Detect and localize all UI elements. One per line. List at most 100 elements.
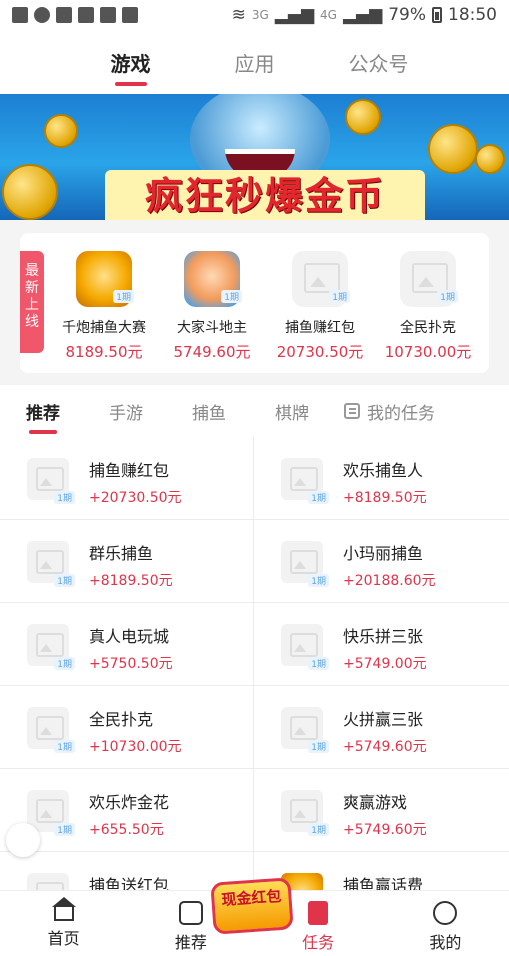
game-grid-item[interactable]: 1期 欢乐捕鱼人 +8189.50元: [254, 437, 509, 520]
image-placeholder-icon: 1期: [292, 251, 350, 307]
nav-me[interactable]: 我的: [382, 891, 509, 956]
tab-official-accounts[interactable]: 公众号: [317, 30, 441, 94]
category-tabs: 推荐 手游 捕鱼 棋牌 我的任务: [0, 385, 509, 437]
banner-title: 疯狂秒爆金币: [105, 170, 425, 220]
network-4g-label: 4G: [320, 8, 337, 22]
notification-icons: [12, 7, 138, 23]
image-placeholder-icon: 1期: [27, 707, 75, 753]
game-grid-item[interactable]: 1期 捕鱼赚红包 +20730.50元: [0, 437, 254, 520]
game-name: 火拼赢三张: [343, 710, 424, 729]
game-reward: +5749.60元: [343, 822, 427, 838]
image-placeholder-icon: 1期: [281, 624, 329, 670]
coin-icon: [345, 99, 381, 135]
game-name: 全民扑克: [89, 710, 154, 729]
image-placeholder-icon: 1期: [400, 251, 458, 307]
top-tabs: 游戏 应用 公众号: [0, 30, 509, 94]
game-grid-item[interactable]: 1期 全民扑克 +10730.00元: [0, 686, 254, 769]
image-placeholder-icon: 1期: [281, 790, 329, 836]
game-name: 快乐拼三张: [343, 627, 424, 646]
game-reward: +655.50元: [89, 822, 164, 838]
period-badge: 1期: [54, 657, 75, 670]
coin-icon: [475, 144, 505, 174]
tab-games[interactable]: 游戏: [69, 30, 193, 94]
game-reward: 10730.00元: [384, 343, 472, 361]
game-reward: +20188.60元: [343, 573, 436, 589]
nav-tasks-label: 任务: [302, 933, 335, 952]
new-game-item[interactable]: 1期 大家斗地主 5749.60元: [158, 233, 266, 373]
pulse-icon: [122, 7, 138, 23]
image-placeholder-icon: 1期: [27, 624, 75, 670]
tab-board-games[interactable]: 棋牌: [275, 399, 309, 424]
network-3g-label: 3G: [251, 8, 269, 22]
game-reward: 20730.50元: [276, 343, 364, 361]
period-badge: 1期: [113, 290, 134, 303]
game-icon: 1期: [184, 251, 242, 307]
game-reward: 8189.50元: [65, 343, 143, 361]
image-placeholder-icon: 1期: [27, 541, 75, 587]
battery-icon: [432, 7, 442, 23]
image-placeholder-icon: 1期: [281, 458, 329, 504]
game-name: 大家斗地主: [177, 320, 247, 336]
floating-assistive-button[interactable]: [6, 823, 40, 857]
new-game-item[interactable]: 1期 捕鱼赚红包 20730.50元: [266, 233, 374, 373]
period-badge: 1期: [54, 574, 75, 587]
signal-icon: ▂▄▆: [274, 5, 315, 25]
tab-apps[interactable]: 应用: [193, 30, 317, 94]
tab-fishing[interactable]: 捕鱼: [192, 399, 226, 424]
signal-icon-2: ▂▄▆: [342, 5, 383, 25]
game-grid-item[interactable]: 1期 真人电玩城 +5750.50元: [0, 603, 254, 686]
nav-home[interactable]: 首页: [0, 891, 127, 956]
game-name: 欢乐捕鱼人: [343, 461, 424, 480]
period-badge: 1期: [54, 823, 75, 836]
task-list-icon: [344, 403, 360, 419]
square-icon: [78, 7, 94, 23]
game-reward: 5749.60元: [173, 343, 251, 361]
new-game-item[interactable]: 1期 千炮捕鱼大赛 8189.50元: [50, 233, 158, 373]
new-releases-tag: 最新上线: [20, 251, 44, 353]
task-icon: [308, 901, 329, 925]
game-icon: 1期: [76, 251, 134, 307]
image-placeholder-icon: 1期: [281, 541, 329, 587]
user-icon: [433, 901, 458, 925]
game-grid-item[interactable]: 1期 爽赢游戏 +5749.60元: [254, 769, 509, 852]
game-reward: +5750.50元: [89, 656, 173, 672]
tab-mobile-games[interactable]: 手游: [109, 399, 143, 424]
period-badge: 1期: [437, 290, 458, 303]
chat-icon: [34, 7, 50, 23]
new-releases-panel: 最新上线 1期 千炮捕鱼大赛 8189.50元 1期 大家斗地主 5749.60…: [20, 233, 489, 373]
image-placeholder-icon: 1期: [281, 707, 329, 753]
game-grid-item[interactable]: 1期 快乐拼三张 +5749.00元: [254, 603, 509, 686]
game-grid-item[interactable]: 1期 群乐捕鱼 +8189.50元: [0, 520, 254, 603]
game-reward: +5749.00元: [343, 656, 427, 672]
period-badge: 1期: [329, 290, 350, 303]
game-grid-item[interactable]: 1期 小玛丽捕鱼 +20188.60元: [254, 520, 509, 603]
game-name: 群乐捕鱼: [89, 544, 154, 563]
coin-icon: [2, 164, 58, 220]
clock: 18:50: [448, 5, 497, 25]
game-name: 爽赢游戏: [343, 793, 408, 812]
period-badge: 1期: [308, 740, 329, 753]
new-game-item[interactable]: 1期 全民扑克 10730.00元: [374, 233, 482, 373]
image-placeholder-icon: 1期: [27, 458, 75, 504]
home-icon: [51, 897, 76, 921]
game-reward: +20730.50元: [89, 490, 182, 506]
game-reward: +10730.00元: [89, 739, 182, 755]
cash-red-packet-button[interactable]: 现金红包: [210, 877, 294, 935]
game-reward: +8189.50元: [89, 573, 173, 589]
period-badge: 1期: [308, 574, 329, 587]
game-name: 捕鱼赚红包: [285, 320, 355, 336]
game-grid: 1期 捕鱼赚红包 +20730.50元 1期 欢乐捕鱼人 +8189.50元 1期 群乐捕鱼 +…: [0, 437, 509, 935]
game-reward: +8189.50元: [343, 490, 427, 506]
status-bar: ≋ 3G ▂▄▆ 4G ▂▄▆ 79% 18:50: [0, 0, 509, 30]
game-grid-item[interactable]: 1期 火拼赢三张 +5749.60元: [254, 686, 509, 769]
nav-home-label: 首页: [47, 929, 80, 948]
promo-banner[interactable]: 疯狂秒爆金币: [0, 94, 509, 220]
coin-icon: [428, 124, 478, 174]
system-indicators: ≋ 3G ▂▄▆ 4G ▂▄▆ 79% 18:50: [232, 5, 497, 25]
tab-my-tasks-label: 我的任务: [367, 403, 435, 424]
game-name: 全民扑克: [400, 320, 456, 336]
tab-my-tasks[interactable]: 我的任务: [344, 399, 435, 424]
tab-recommended[interactable]: 推荐: [26, 399, 60, 424]
game-name: 千炮捕鱼大赛: [62, 320, 146, 336]
period-badge: 1期: [54, 491, 75, 504]
